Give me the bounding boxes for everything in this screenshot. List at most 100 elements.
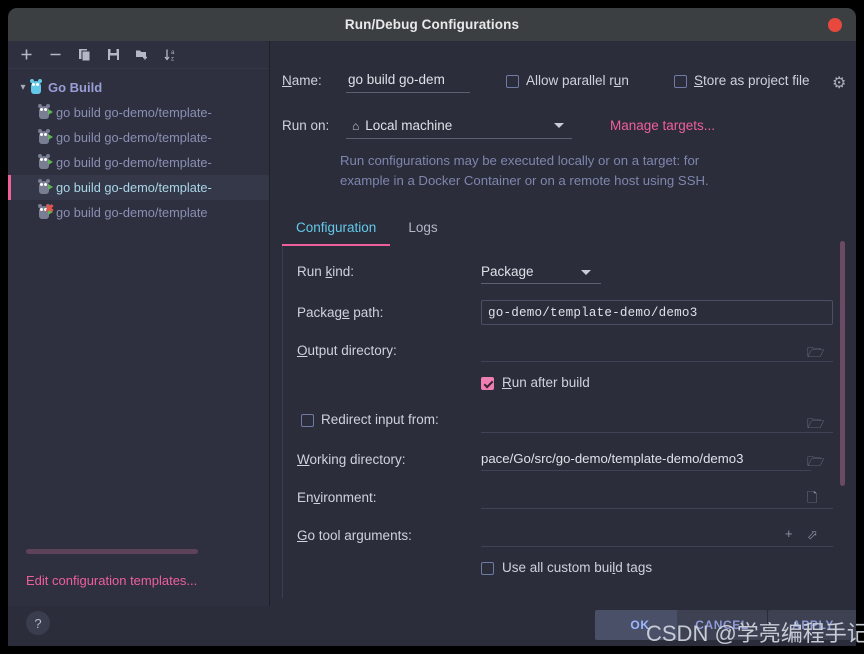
expand-icon[interactable]: ⬀ [807,527,818,543]
use-all-custom-build-tags-label[interactable]: Use all custom build tags [502,560,652,575]
run-on-hint-line1: Run configurations may be executed local… [340,153,700,168]
tree-item-config-5-error[interactable]: ✖ go build go-demo/template [8,200,269,225]
environment-label: Environment: [297,490,377,505]
use-all-custom-build-tags-checkbox[interactable] [481,562,494,575]
allow-parallel-run-checkbox[interactable] [506,75,519,88]
run-debug-configurations-dialog: Run/Debug Configurations a z ▾ Go Build … [8,8,856,646]
dialog-body: az ▾ Go Build go build go-demo/template-… [8,41,856,606]
svg-text:a: a [171,50,175,56]
pane-tabs: Configuration Logs [282,216,842,246]
working-directory-row: Working directory: pace/Go/src/go-demo/t… [283,447,834,473]
working-directory-input[interactable]: pace/Go/src/go-demo/template-demo/demo3 [481,447,811,471]
run-kind-label: Run kind: [297,264,355,279]
environment-row: Environment: 🗋 [283,485,834,511]
remove-icon[interactable] [45,45,65,65]
tree-group-go-build[interactable]: ▾ Go Build [8,75,269,100]
redirect-input-field[interactable] [481,409,833,433]
redirect-input-checkbox[interactable] [301,414,314,427]
working-directory-label: Working directory: [297,452,406,467]
tree-item-config-1[interactable]: go build go-demo/template- [8,100,269,125]
configurations-tree: ▾ Go Build go build go-demo/template- go… [8,69,269,225]
output-directory-input[interactable] [481,338,833,362]
run-after-build-row: Run after build [283,374,834,398]
configuration-form: Run kind: Package Package path: go-demo/… [282,246,834,598]
configuration-pane: Name: Allow parallel run Store as projec… [270,41,856,606]
environment-variables-icon[interactable]: 🗋 [807,489,817,511]
tab-configuration[interactable]: Configuration [282,216,391,246]
run-on-value: Local machine [365,118,453,133]
output-directory-row: Output directory: 🗁 [283,338,834,364]
redirect-input-row: Redirect input from: 🗁 [283,409,834,435]
sidebar-toolbar: az [8,41,269,69]
home-icon: ⌂ [352,118,360,133]
output-directory-label: Output directory: [297,343,397,358]
tree-item-config-3[interactable]: go build go-demo/template- [8,150,269,175]
run-kind-dropdown[interactable]: Package [481,260,601,284]
go-tool-arguments-label: Go tool arguments: [297,528,412,543]
go-tool-arguments-input[interactable] [481,523,833,547]
manage-targets-link[interactable]: Manage targets... [610,118,715,133]
form-vertical-scrollbar[interactable] [840,241,845,486]
package-path-row: Package path: go-demo/template-demo/demo… [283,300,834,326]
run-kind-row: Run kind: Package [283,260,834,286]
name-label: Name: [282,73,322,88]
folder-icon[interactable]: 🗁 [807,451,824,475]
allow-parallel-run-label[interactable]: Allow parallel run [526,73,629,88]
copy-icon[interactable] [74,45,94,65]
go-gopher-icon [38,154,53,170]
go-gopher-error-icon: ✖ [38,204,54,220]
tree-item-label: go build go-demo/template- [56,105,212,120]
go-gopher-icon [38,104,53,120]
folder-icon[interactable]: 🗁 [807,413,824,437]
run-after-build-label[interactable]: Run after build [502,375,590,390]
run-after-build-checkbox[interactable] [481,377,494,390]
configurations-sidebar: az ▾ Go Build go build go-demo/template-… [8,41,270,606]
new-folder-icon[interactable] [132,45,152,65]
save-icon[interactable] [103,45,123,65]
edit-configuration-templates-link[interactable]: Edit configuration templates... [26,573,197,588]
tree-group-label: Go Build [48,80,103,95]
run-on-hint: Run configurations may be executed local… [340,151,820,191]
run-on-hint-line2: example in a Docker Container or on a re… [340,173,709,188]
run-kind-value: Package [481,264,534,279]
tab-logs[interactable]: Logs [394,216,451,246]
close-icon[interactable] [828,18,842,32]
run-on-dropdown[interactable]: ⌂ Local machine [346,113,572,139]
gear-icon[interactable]: ⚙ [832,73,846,93]
help-button[interactable]: ? [26,611,50,635]
tree-item-config-2[interactable]: go build go-demo/template- [8,125,269,150]
tree-item-label: go build go-demo/template- [56,155,212,170]
run-on-label: Run on: [282,118,330,133]
go-gopher-icon [38,179,53,195]
chevron-down-icon[interactable]: ▾ [16,82,30,93]
sort-alphabetically-icon[interactable]: az [161,45,181,65]
package-path-label: Package path: [297,305,384,320]
add-icon[interactable] [16,45,36,65]
name-row: Name: Allow parallel run Store as projec… [282,69,846,95]
watermark: CSDN @学亮编程手记 [646,621,864,646]
tree-item-label: go build go-demo/template [56,205,208,220]
name-input[interactable] [346,69,470,93]
window-title: Run/Debug Configurations [344,17,520,32]
title-bar: Run/Debug Configurations [8,8,856,41]
store-as-project-file-checkbox[interactable] [674,75,687,88]
chevron-down-icon[interactable] [581,270,591,275]
redirect-input-label[interactable]: Redirect input from: [321,412,439,427]
chevron-down-icon[interactable] [554,123,564,128]
environment-input[interactable] [481,485,833,509]
go-gopher-icon [30,79,45,95]
use-all-custom-build-tags-row: Use all custom build tags [283,559,834,583]
go-tool-arguments-row: Go tool arguments: + ⬀ [283,523,834,549]
svg-text:z: z [171,56,174,62]
tree-item-label: go build go-demo/template- [56,180,212,195]
tree-item-config-4-selected[interactable]: go build go-demo/template- [8,175,269,200]
program-arguments-input[interactable] [481,593,833,598]
package-path-input[interactable]: go-demo/template-demo/demo3 [481,300,833,325]
add-icon[interactable]: + [785,526,793,541]
sidebar-horizontal-scrollbar[interactable] [26,549,198,554]
folder-icon[interactable]: 🗁 [807,342,824,366]
go-gopher-icon [38,129,53,145]
store-as-project-file-label[interactable]: Store as project file [694,73,810,88]
program-arguments-row-partial [283,593,834,598]
run-on-row: Run on: ⌂ Local machine Manage targets..… [282,113,842,141]
